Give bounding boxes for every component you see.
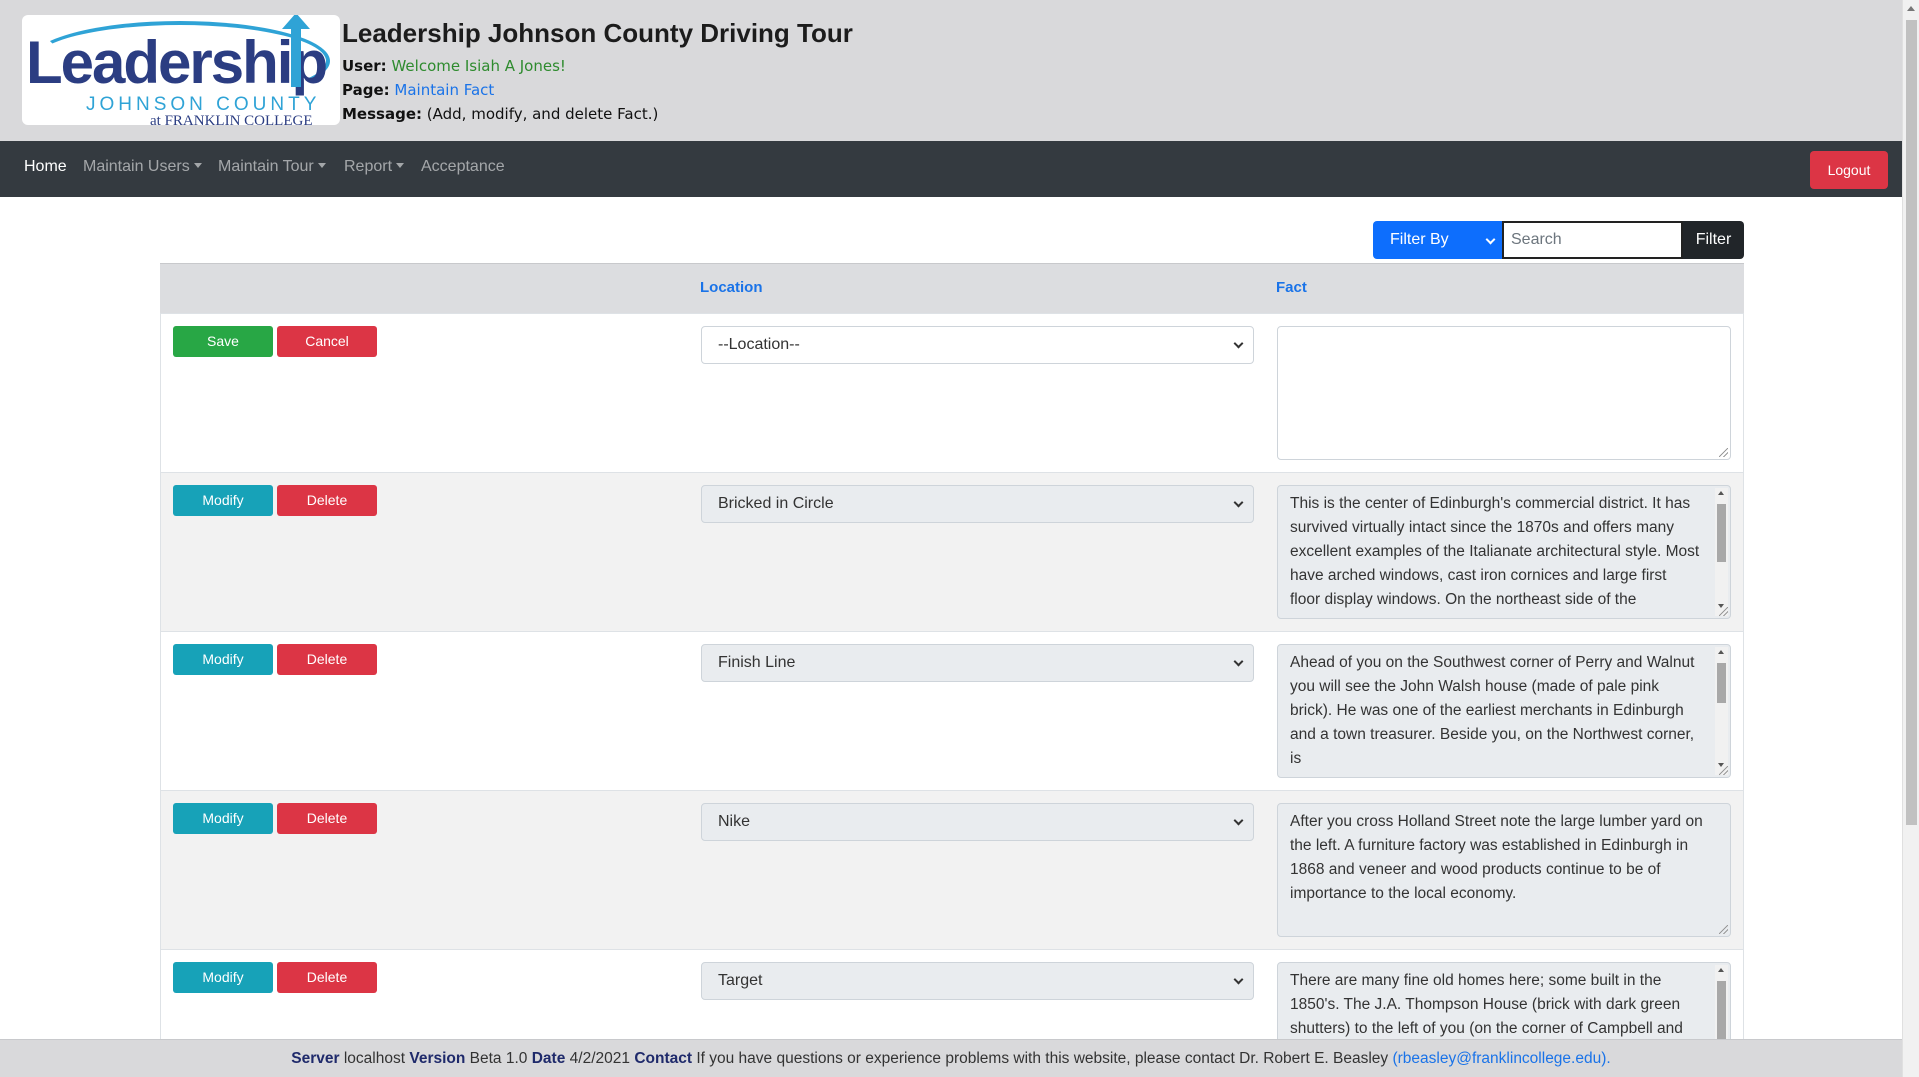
caret-down-icon [193,163,202,168]
save-button[interactable]: Save [173,326,273,357]
logo-college: at FRANKLIN COLLEGE [150,113,313,126]
chevron-down-icon [1233,815,1244,826]
location-select[interactable]: Nike [701,803,1254,841]
fact-text: After you cross Holland Street note the … [1290,813,1703,902]
column-header-fact[interactable]: Fact [1276,279,1307,296]
date-value: 4/2/2021 [569,1050,630,1067]
scroll-thumb[interactable] [1717,663,1726,703]
logo-word: Leadership [26,29,328,96]
page-title: Leadership Johnson County Driving Tour [342,18,853,48]
fact-text: This is the center of Edinburgh's commer… [1290,495,1700,608]
chevron-down-icon [1485,234,1496,245]
chevron-down-icon [1233,974,1244,985]
resize-grip-icon[interactable] [1719,925,1728,934]
location-select[interactable]: Target [701,962,1254,1000]
scroll-up-icon[interactable] [1718,650,1724,654]
location-select-value: Finish Line [718,654,796,671]
nav-maintain-tour[interactable]: Maintain Tour [218,158,326,176]
caret-down-icon [317,163,326,168]
nav-report-label: Report [344,158,393,175]
page-header: Leadership JOHNSON COUNTY at FRANKLIN CO… [0,0,1902,141]
filter-by-select[interactable]: Filter By [1373,221,1502,259]
page-footer: Server localhost Version Beta 1.0 Date 4… [0,1039,1902,1077]
fact-scrollbar[interactable] [1715,647,1728,775]
server-label: Server [291,1050,340,1067]
fact-text: There are many fine old homes here; some… [1290,972,1683,1037]
user-label: User: [342,57,387,75]
nav-acceptance[interactable]: Acceptance [421,158,505,176]
logout-button[interactable]: Logout [1810,151,1888,189]
logo-county: JOHNSON COUNTY [86,94,321,115]
location-select-value: Target [718,972,763,989]
contact-email-link[interactable]: (rbeasley@franklincollege.edu). [1392,1050,1610,1067]
message-label: Message: [342,105,422,123]
modify-button[interactable]: Modify [173,962,273,993]
fact-text: Ahead of you on the Southwest corner of … [1290,654,1695,767]
delete-button[interactable]: Delete [277,644,377,675]
location-select[interactable]: Bricked in Circle [701,485,1254,523]
scroll-up-icon[interactable] [1718,968,1724,972]
scroll-up-icon[interactable] [1718,491,1724,495]
cancel-button[interactable]: Cancel [277,326,377,357]
page-scrollbar[interactable] [1902,0,1919,1077]
logo-arrow-icon [282,15,310,87]
filter-button[interactable]: Filter [1683,221,1744,259]
fact-scrollbar[interactable] [1715,488,1728,616]
server-value: localhost [343,1050,406,1067]
column-header-location[interactable]: Location [700,279,763,296]
scroll-up-icon[interactable] [1907,6,1915,11]
page-label: Page: [342,81,390,99]
contact-text: If you have questions or experience prob… [696,1050,1389,1067]
nav-maintain-tour-label: Maintain Tour [218,158,314,175]
location-select[interactable]: --Location-- [701,326,1254,364]
table-row: Modify Delete Bricked in Circle This is … [160,472,1744,631]
table-row-new: Save Cancel --Location-- [160,313,1744,472]
chevron-down-icon [1233,497,1244,508]
resize-grip-icon[interactable] [1719,766,1728,775]
message-info: Message: (Add, modify, and delete Fact.) [342,105,658,123]
version-label: Version [409,1050,466,1067]
nav-maintain-users-label: Maintain Users [83,158,190,175]
user-value: Welcome Isiah A Jones! [391,57,566,75]
fact-textarea[interactable]: This is the center of Edinburgh's commer… [1277,485,1731,619]
fact-textarea[interactable]: Ahead of you on the Southwest corner of … [1277,644,1731,778]
message-value: (Add, modify, and delete Fact.) [426,105,659,123]
fact-textarea[interactable] [1277,326,1731,460]
delete-button[interactable]: Delete [277,485,377,516]
contact-label: Contact [634,1050,693,1067]
fact-textarea[interactable]: After you cross Holland Street note the … [1277,803,1731,937]
main-navbar: Home Maintain Users Maintain Tour Report… [0,141,1902,197]
table-row: Modify Delete Finish Line Ahead of you o… [160,631,1744,790]
location-select-value: --Location-- [718,336,800,353]
resize-grip-icon[interactable] [1719,607,1728,616]
filter-by-label: Filter By [1390,231,1449,248]
modify-button[interactable]: Modify [173,644,273,675]
modify-button[interactable]: Modify [173,485,273,516]
table-header: Location Fact [160,263,1744,313]
resize-grip-icon[interactable] [1719,448,1728,457]
nav-home[interactable]: Home [24,158,67,176]
nav-report[interactable]: Report [344,158,405,176]
modify-button[interactable]: Modify [173,803,273,834]
table-row: Modify Delete Nike After you cross Holla… [160,790,1744,949]
scroll-thumb[interactable] [1717,504,1726,562]
version-value: Beta 1.0 [469,1050,528,1067]
location-select-value: Nike [718,813,751,830]
search-input[interactable] [1502,221,1683,259]
user-info: User: Welcome Isiah A Jones! [342,57,566,75]
caret-down-icon [396,163,405,168]
leadership-logo: Leadership JOHNSON COUNTY at FRANKLIN CO… [22,15,340,125]
page-scroll-thumb[interactable] [1906,20,1917,825]
chevron-down-icon [1233,338,1244,349]
nav-maintain-users[interactable]: Maintain Users [83,158,202,176]
scroll-thumb[interactable] [1717,981,1726,1039]
location-select-value: Bricked in Circle [718,495,834,512]
chevron-down-icon [1233,656,1244,667]
page-info: Page: Maintain Fact [342,81,494,99]
delete-button[interactable]: Delete [277,803,377,834]
page-value: Maintain Fact [394,81,495,99]
date-label: Date [531,1050,566,1067]
location-select[interactable]: Finish Line [701,644,1254,682]
delete-button[interactable]: Delete [277,962,377,993]
